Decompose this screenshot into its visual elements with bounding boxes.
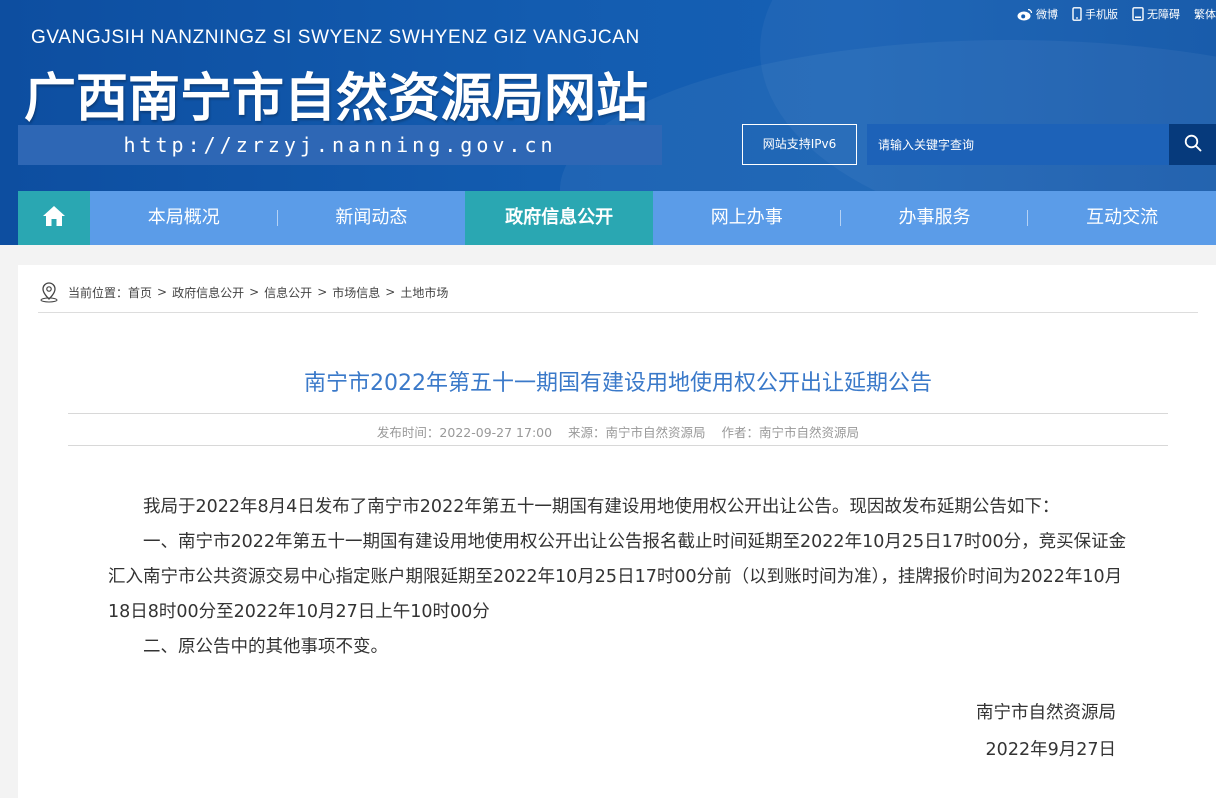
breadcrumb: 当前位置： 首页 > 政府信息公开 > 信息公开 > 市场信息 > 土地市场 (38, 281, 448, 303)
top-links: 微博 手机版 无障碍 繁体 (1017, 5, 1216, 23)
accessibility-icon (1132, 7, 1144, 21)
weibo-label: 微博 (1036, 8, 1058, 21)
traditional-chinese-label: 繁体 (1194, 8, 1216, 21)
article-title: 南宁市2022年第五十一期国有建设用地使用权公开出让延期公告 (304, 371, 932, 396)
mobile-icon (1072, 7, 1082, 21)
mobile-label: 手机版 (1085, 8, 1118, 21)
search-button[interactable] (1169, 124, 1216, 165)
nav-home[interactable] (18, 191, 90, 245)
mobile-link[interactable]: 手机版 (1072, 6, 1118, 22)
nav-item-label: 政府信息公开 (505, 207, 614, 228)
home-icon (41, 204, 67, 232)
breadcrumb-link[interactable]: 信息公开 (264, 284, 312, 301)
nav-item-label: 网上办事 (710, 207, 783, 228)
ipv6-badge[interactable]: 网站支持IPv6 (742, 124, 857, 165)
nav-item-online-service[interactable]: 网上办事 (653, 191, 841, 245)
site-url: http://zrzyj.nanning.gov.cn (18, 125, 662, 165)
nav-item-label: 办事服务 (898, 207, 971, 228)
site-pinyin-title: GVANGJSIH NANZNINGZ SI SWYENZ SWHYENZ GI… (31, 27, 640, 48)
divider (68, 445, 1168, 446)
traditional-chinese-link[interactable]: 繁体 (1194, 6, 1216, 22)
main-nav: 本局概况 新闻动态 政府信息公开 网上办事 办事服务 互动交流 (18, 191, 1216, 245)
article-source: 来源：南宁市自然资源局 (568, 425, 706, 440)
location-icon (38, 281, 60, 303)
breadcrumb-prefix: 当前位置： (68, 285, 129, 300)
accessibility-link[interactable]: 无障碍 (1132, 6, 1180, 22)
search-icon (1184, 134, 1202, 156)
breadcrumb-separator: > (385, 285, 396, 299)
divider (38, 312, 1198, 313)
nav-item-services[interactable]: 办事服务 (841, 191, 1029, 245)
breadcrumb-separator: > (249, 285, 260, 299)
breadcrumb-link[interactable]: 市场信息 (332, 284, 380, 301)
article-author: 作者：南宁市自然资源局 (721, 425, 860, 440)
content-panel: 当前位置： 首页 > 政府信息公开 > 信息公开 > 市场信息 > 土地市场 南宁市20… (18, 265, 1216, 798)
article-paragraph: 我局于2022年8月4日发布了南宁市2022年第五十一期国有建设用地使用权公开出… (143, 497, 1060, 517)
breadcrumb-link[interactable]: 政府信息公开 (172, 284, 244, 301)
divider (68, 413, 1168, 414)
article-body: 我局于2022年8月4日发布了南宁市2022年第五十一期国有建设用地使用权公开出… (108, 490, 1138, 665)
nav-item-gov-info[interactable]: 政府信息公开 (465, 191, 653, 245)
accessibility-label: 无障碍 (1147, 8, 1180, 21)
weibo-link[interactable]: 微博 (1017, 6, 1058, 22)
nav-item-label: 本局概况 (147, 207, 220, 228)
breadcrumb-separator: > (317, 285, 328, 299)
breadcrumb-link[interactable]: 首页 (128, 284, 152, 301)
article-meta: 发布时间：2022-09-27 17:00 来源：南宁市自然资源局 作者：南宁市… (68, 422, 1168, 441)
article-paragraph: 一、南宁市2022年第五十一期国有建设用地使用权公开出让公告报名截止时间延期至2… (108, 532, 1127, 622)
nav-item-label: 互动交流 (1086, 207, 1159, 228)
article-signature: 南宁市自然资源局 (976, 703, 1116, 723)
article-date: 2022年9月27日 (985, 740, 1116, 760)
site-title: 广西南宁市自然资源局网站 (24, 69, 649, 129)
breadcrumb-link[interactable]: 土地市场 (400, 284, 448, 301)
nav-item-label: 新闻动态 (335, 207, 408, 228)
nav-item-interaction[interactable]: 互动交流 (1028, 191, 1216, 245)
search-input[interactable] (867, 124, 1169, 165)
nav-item-news[interactable]: 新闻动态 (278, 191, 466, 245)
article-paragraph: 二、原公告中的其他事项不变。 (143, 637, 388, 657)
publish-time: 发布时间：2022-09-27 17:00 (376, 425, 553, 440)
nav-item-about[interactable]: 本局概况 (90, 191, 278, 245)
weibo-icon (1017, 8, 1033, 21)
breadcrumb-separator: > (157, 285, 168, 299)
